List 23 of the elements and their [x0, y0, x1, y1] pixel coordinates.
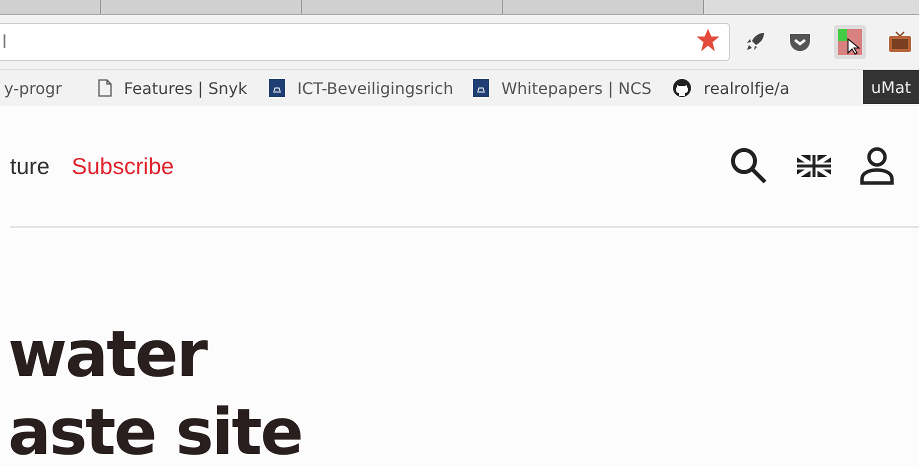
- github-icon: [672, 78, 692, 98]
- user-icon[interactable]: [859, 146, 895, 186]
- rocket-icon[interactable]: [744, 31, 766, 53]
- page-icon: [98, 79, 112, 97]
- nav-link[interactable]: Subscribe: [72, 152, 174, 180]
- bookmark[interactable]: Whitepapers | NCS: [473, 78, 652, 98]
- search-icon[interactable]: [729, 146, 769, 186]
- flag-icon[interactable]: [797, 155, 831, 177]
- crest-icon: [269, 79, 286, 97]
- address-bar[interactable]: l: [0, 23, 730, 61]
- bookmark[interactable]: realrolfje/a: [672, 78, 790, 98]
- star-icon[interactable]: [697, 29, 719, 51]
- crest-icon: [473, 79, 490, 97]
- nav-link[interactable]: ture: [10, 152, 50, 180]
- tooltip: uMat: [863, 70, 919, 104]
- grid-icon[interactable]: [838, 29, 862, 55]
- bookmark[interactable]: y-progr: [4, 78, 62, 98]
- bookmark[interactable]: Features | Snyk: [98, 78, 248, 98]
- article-headline: water aste site: [8, 317, 303, 466]
- pocket-icon[interactable]: [788, 32, 812, 52]
- bookmark[interactable]: ICT-Beveiligingsrich: [269, 78, 454, 98]
- url-text: l: [2, 32, 8, 52]
- tv-icon[interactable]: [888, 31, 912, 53]
